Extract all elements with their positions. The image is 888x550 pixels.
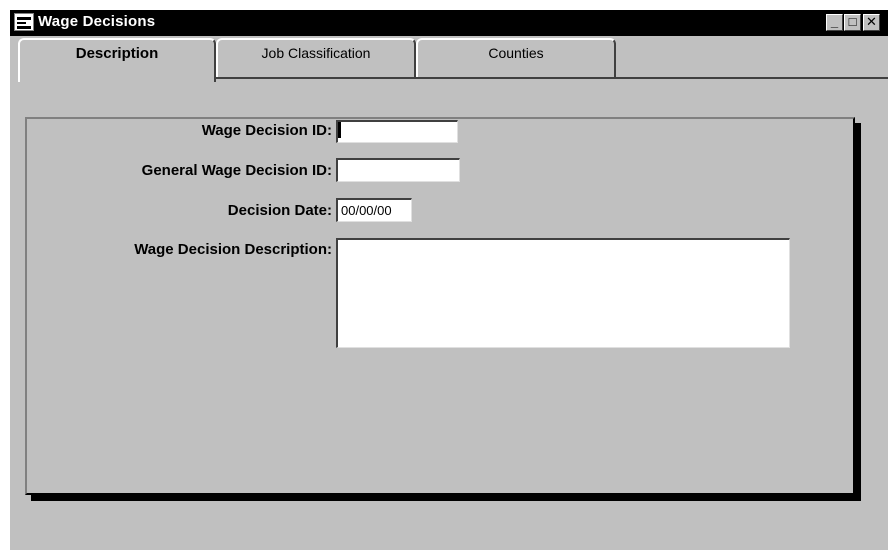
close-button[interactable]: ✕ (863, 14, 880, 31)
wage-decision-id-field[interactable] (336, 120, 458, 143)
maximize-icon: □ (848, 14, 857, 29)
tab-job-classification-label: Job Classification (261, 45, 371, 61)
description-panel: Wage Decision ID: General Wage Decision … (25, 117, 855, 495)
wage-decision-id-wrapper (336, 120, 458, 143)
tab-description-label: Description (75, 45, 159, 62)
app-icon[interactable] (14, 13, 34, 31)
general-wage-decision-id-label: General Wage Decision ID: (141, 162, 332, 179)
wage-decisions-window: Wage Decisions _ □ ✕ Description Job Cla… (8, 10, 888, 550)
text-cursor (338, 122, 341, 138)
minimize-icon: _ (830, 14, 839, 29)
wage-decision-description-field[interactable] (336, 238, 790, 348)
wage-decision-id-label: Wage Decision ID: (201, 122, 332, 139)
tab-counties-label: Counties (488, 45, 544, 61)
tab-job-classification[interactable]: Job Classification (216, 38, 416, 78)
tab-counties[interactable]: Counties (416, 38, 616, 78)
window-title: Wage Decisions (38, 13, 156, 30)
decision-date-label: Decision Date: (227, 202, 332, 219)
maximize-button[interactable]: □ (844, 14, 861, 31)
title-bar[interactable]: Wage Decisions _ □ ✕ (10, 10, 888, 36)
close-icon: ✕ (866, 14, 877, 29)
tab-description[interactable]: Description (18, 38, 216, 82)
wage-decision-description-label: Wage Decision Description: (134, 241, 332, 258)
general-wage-decision-id-field[interactable] (336, 158, 460, 182)
tab-baseline (216, 77, 888, 80)
minimize-button[interactable]: _ (826, 14, 843, 31)
tab-strip: Description Job Classification Counties (18, 38, 888, 90)
decision-date-field[interactable] (336, 198, 412, 222)
